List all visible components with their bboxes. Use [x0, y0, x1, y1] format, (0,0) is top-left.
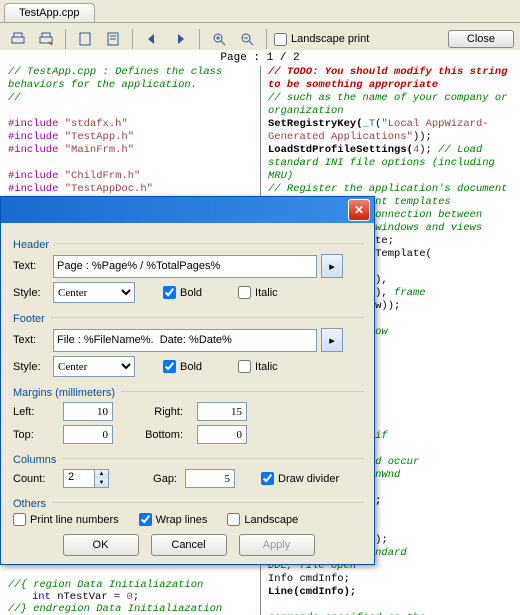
page-setup-dialog: ✕ Header Text: ▸ Style: Center Bold Ital… [0, 196, 375, 565]
page-indicator: Page : 1 / 2 [0, 50, 520, 66]
header-text-input[interactable] [53, 255, 317, 278]
margin-left-input[interactable] [63, 402, 113, 421]
tab-testapp[interactable]: TestApp.cpp [4, 3, 95, 22]
footer-italic-checkbox[interactable]: Italic [238, 360, 278, 373]
footer-code: //{ region Data Initialiazation int nTes… [8, 579, 512, 615]
close-icon[interactable]: ✕ [348, 199, 370, 221]
zoom-out-icon[interactable] [235, 27, 259, 51]
footer-bold-checkbox[interactable]: Bold [163, 360, 202, 373]
landscape-print-label: Landscape print [291, 33, 369, 45]
section-footer: Footer [13, 313, 45, 325]
style-label: Style: [13, 361, 53, 373]
column-gap-input[interactable] [185, 469, 235, 488]
section-others: Others [13, 498, 46, 510]
header-italic-checkbox[interactable]: Italic [238, 286, 278, 299]
section-header: Header [13, 239, 49, 251]
text-label: Text: [13, 334, 53, 346]
next-page-icon[interactable] [168, 27, 192, 51]
bottom-label: Bottom: [131, 429, 189, 441]
column-count-spinner[interactable]: 2▲▼ [63, 469, 109, 488]
cancel-button[interactable]: Cancel [151, 534, 227, 556]
print-icon[interactable] [6, 27, 30, 51]
margin-top-input[interactable] [63, 425, 113, 444]
footer-style-select[interactable]: Center [53, 356, 135, 377]
top-label: Top: [13, 429, 55, 441]
margin-bottom-input[interactable] [197, 425, 247, 444]
wrap-lines-checkbox[interactable]: Wrap lines [139, 513, 208, 526]
prev-page-icon[interactable] [140, 27, 164, 51]
code-comment: // TestApp.cpp : Defines the class behav… [8, 66, 252, 92]
code-comment: // [8, 92, 252, 105]
ok-button[interactable]: OK [63, 534, 139, 556]
section-margins: Margins (millimeters) [13, 387, 115, 399]
header-style-select[interactable]: Center [53, 282, 135, 303]
zoom-in-icon[interactable] [207, 27, 231, 51]
section-columns: Columns [13, 454, 56, 466]
landscape-checkbox[interactable]: Landscape [227, 513, 298, 526]
print-direct-icon[interactable] [34, 27, 58, 51]
margin-right-input[interactable] [197, 402, 247, 421]
count-label: Count: [13, 473, 63, 485]
footer-text-input[interactable] [53, 329, 317, 352]
tab-bar: TestApp.cpp [0, 0, 520, 23]
right-label: Right: [131, 406, 189, 418]
close-button[interactable]: Close [448, 30, 514, 48]
draw-divider-checkbox[interactable]: Draw divider [261, 472, 339, 485]
footer-text-dropdown[interactable]: ▸ [321, 328, 343, 352]
page-setup-icon[interactable] [73, 27, 97, 51]
header-text-dropdown[interactable]: ▸ [321, 254, 343, 278]
style-label: Style: [13, 287, 53, 299]
left-label: Left: [13, 406, 55, 418]
apply-button[interactable]: Apply [239, 534, 315, 556]
text-label: Text: [13, 260, 53, 272]
options-icon[interactable] [101, 27, 125, 51]
print-line-numbers-checkbox[interactable]: Print line numbers [13, 513, 119, 526]
landscape-print-checkbox[interactable]: Landscape print [274, 33, 369, 46]
header-bold-checkbox[interactable]: Bold [163, 286, 202, 299]
dialog-title-bar[interactable]: ✕ [1, 197, 374, 223]
gap-label: Gap: [127, 473, 185, 485]
todo-comment: // TODO: You should modify this string t… [268, 66, 512, 92]
